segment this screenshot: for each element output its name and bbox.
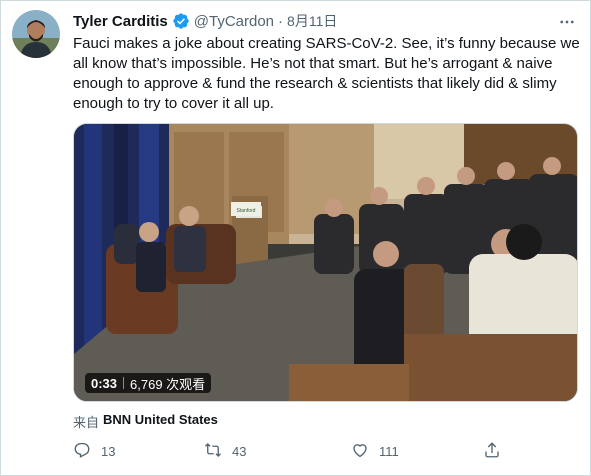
retweet-button[interactable]: 43 [204, 441, 246, 462]
source-prefix: 来自 [73, 415, 100, 430]
author-handle[interactable]: @TyCardon [194, 13, 274, 30]
share-icon [483, 441, 501, 462]
verified-badge-icon [172, 12, 190, 30]
tweet-text-line: all know that’s impossible. He’s not tha… [73, 55, 553, 72]
tweet-text-line: Fauci makes a joke about creating SARS-C… [73, 35, 580, 52]
reply-button[interactable]: 13 [73, 441, 115, 462]
wall-sign-text: Stanford [237, 208, 256, 214]
video-player[interactable]: Stanford 0:33 6,769 次观看 [73, 123, 578, 402]
badge-divider [123, 377, 125, 389]
reply-count: 13 [101, 444, 116, 459]
tweet-text: Fauci makes a joke about creating SARS-C… [73, 34, 581, 114]
retweet-count: 43 [232, 444, 247, 459]
more-options-icon[interactable] [558, 13, 576, 31]
separator-dot: · [278, 12, 284, 30]
video-frame-image: Stanford [74, 124, 577, 401]
source-name[interactable]: BNN United States [103, 412, 218, 431]
author-name[interactable]: Tyler Carditis [73, 13, 168, 30]
heart-icon [351, 441, 369, 462]
like-count: 111 [379, 444, 399, 459]
reply-icon [73, 441, 91, 462]
tweet-text-line: enough to approve & fund the research & … [73, 75, 557, 92]
tweet-actions: 13 43 111 [73, 441, 533, 461]
share-button[interactable] [483, 441, 501, 462]
tweet-date[interactable]: 8月11日 [287, 11, 337, 31]
tweet-source: 来自 BNN United States [73, 412, 218, 431]
tweet-text-line: enough to try to cover it all up. [73, 95, 274, 112]
video-views: 6,769 次观看 [130, 376, 206, 392]
tweet-header: Tyler Carditis @TyCardon · 8月11日 [73, 11, 337, 31]
tweet-card[interactable]: Tyler Carditis @TyCardon · 8月11日 Fauci m… [0, 0, 591, 476]
like-button[interactable]: 111 [351, 441, 399, 462]
video-duration: 0:33 [91, 375, 118, 391]
video-info-badge: 0:33 6,769 次观看 [85, 373, 212, 393]
retweet-icon [204, 441, 222, 462]
avatar[interactable] [12, 10, 60, 58]
